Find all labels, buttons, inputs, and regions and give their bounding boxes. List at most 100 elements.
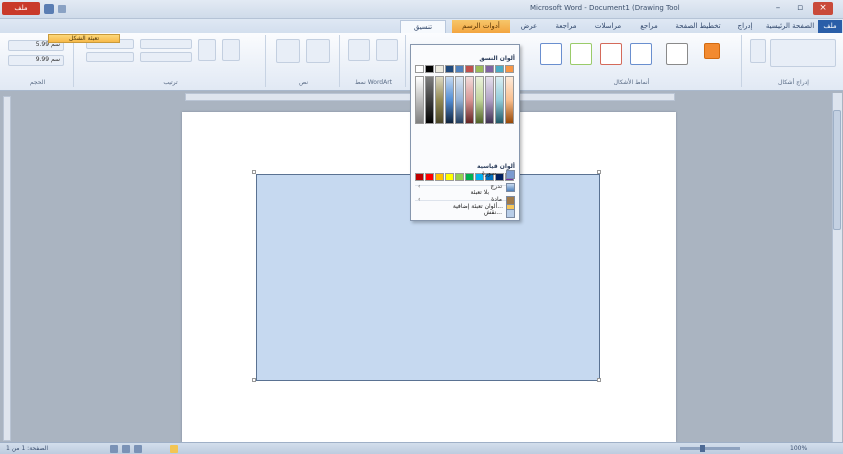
style-orange-fill[interactable] bbox=[704, 43, 720, 59]
theme-color-column bbox=[445, 65, 454, 125]
color-shades-swatch[interactable] bbox=[445, 76, 454, 124]
text-direction-button[interactable] bbox=[276, 39, 300, 63]
draft-icon[interactable] bbox=[170, 445, 178, 453]
group-label: ترتيب bbox=[163, 79, 178, 86]
gradient-icon bbox=[506, 183, 515, 192]
color-swatch[interactable] bbox=[505, 65, 514, 73]
theme-color-column bbox=[465, 65, 474, 125]
tab-review[interactable]: مراجعة bbox=[548, 20, 584, 33]
color-shades-swatch[interactable] bbox=[495, 76, 504, 124]
width-field[interactable]: 9.99 سم bbox=[8, 55, 64, 66]
group-label: نمط WordArt bbox=[354, 79, 393, 86]
color-shades-swatch[interactable] bbox=[435, 76, 444, 124]
color-swatch[interactable] bbox=[455, 65, 464, 73]
page-count: الصفحة: 1 من 1 bbox=[6, 445, 49, 452]
color-swatch[interactable] bbox=[435, 65, 444, 73]
group-wordart: نمط WordArt bbox=[342, 35, 406, 87]
text-effects-button[interactable] bbox=[376, 39, 398, 61]
tab-drawing-tools[interactable]: أدوات الرسم bbox=[452, 20, 510, 33]
shape-fill-button[interactable]: تعبئة الشكل bbox=[48, 34, 120, 43]
gradient-item[interactable]: تدرج bbox=[440, 183, 502, 193]
tab-insert[interactable]: إدراج bbox=[730, 20, 760, 33]
undo-icon[interactable] bbox=[58, 5, 66, 13]
color-swatch[interactable] bbox=[475, 65, 484, 73]
tab-page-layout[interactable]: تخطيط الصفحة bbox=[670, 20, 726, 33]
style-red-outline[interactable] bbox=[600, 43, 622, 65]
wrap-text-button[interactable] bbox=[140, 39, 192, 49]
tab-home[interactable]: الصفحة الرئيسية bbox=[764, 20, 816, 33]
maximize-button[interactable]: ▫ bbox=[790, 2, 810, 15]
color-swatch[interactable] bbox=[445, 65, 454, 73]
color-shades-swatch[interactable] bbox=[485, 76, 494, 124]
theme-color-column bbox=[425, 65, 434, 125]
style-green-outline[interactable] bbox=[570, 43, 592, 65]
theme-color-column bbox=[415, 65, 424, 125]
style-blue-outline-2[interactable] bbox=[630, 43, 652, 65]
color-shades-swatch[interactable] bbox=[415, 76, 424, 124]
color-shades-swatch[interactable] bbox=[475, 76, 484, 124]
resize-handle[interactable] bbox=[597, 378, 601, 382]
group-shape-styles: أنماط الأشكال bbox=[522, 35, 742, 87]
group-label: نص bbox=[298, 79, 309, 86]
window-title: Microsoft Word - Document1 (Drawing Tool… bbox=[530, 4, 680, 12]
picture-icon bbox=[506, 170, 515, 179]
color-swatch[interactable] bbox=[495, 65, 504, 73]
status-bar: الصفحة: 1 من 1 100% bbox=[0, 442, 843, 454]
style-gray-outline[interactable] bbox=[666, 43, 688, 65]
standard-color-swatch[interactable] bbox=[415, 173, 424, 181]
group-text: نص bbox=[268, 35, 340, 87]
web-layout-icon[interactable] bbox=[134, 445, 142, 453]
theme-color-column bbox=[475, 65, 484, 125]
resize-handle[interactable] bbox=[252, 378, 256, 382]
zoom-level: 100% bbox=[790, 445, 808, 452]
resize-handle[interactable] bbox=[597, 170, 601, 174]
submenu-arrow-icon: ‹ bbox=[418, 196, 421, 203]
tab-references[interactable]: مراجع bbox=[632, 20, 666, 33]
pattern-item[interactable]: نقش... bbox=[440, 209, 502, 219]
print-layout-icon[interactable] bbox=[110, 445, 118, 453]
color-shades-swatch[interactable] bbox=[465, 76, 474, 124]
resize-handle[interactable] bbox=[252, 170, 256, 174]
tab-mailings[interactable]: مراسلات bbox=[588, 20, 628, 33]
close-button[interactable]: × bbox=[813, 2, 833, 15]
vertical-ruler bbox=[3, 96, 11, 441]
tab-view[interactable]: عرض bbox=[514, 20, 544, 33]
theme-colors-label: ألوان النسق bbox=[479, 55, 515, 62]
ribbon-tabs: تنسيق أدوات الرسم عرض مراجعة مراسلات مرا… bbox=[0, 19, 843, 33]
color-shades-swatch[interactable] bbox=[425, 76, 434, 124]
scrollbar-thumb[interactable] bbox=[833, 110, 841, 230]
align-text-button[interactable] bbox=[306, 39, 330, 63]
style-blue-outline[interactable] bbox=[540, 43, 562, 65]
theme-color-column bbox=[455, 65, 464, 125]
color-shades-swatch[interactable] bbox=[455, 76, 464, 124]
group-label: أنماط الأشكال bbox=[613, 79, 650, 86]
align-button[interactable] bbox=[198, 39, 216, 61]
tab-format[interactable]: تنسيق bbox=[400, 20, 446, 33]
picture-item[interactable]: صورة... bbox=[440, 170, 502, 180]
color-swatch[interactable] bbox=[415, 65, 424, 73]
texture-icon bbox=[506, 196, 515, 205]
theme-color-column bbox=[495, 65, 504, 125]
zoom-slider[interactable] bbox=[680, 447, 740, 450]
file-app-button[interactable]: ملف bbox=[2, 2, 40, 15]
color-swatch[interactable] bbox=[485, 65, 494, 73]
texture-item[interactable]: مادة bbox=[440, 196, 502, 206]
position-button[interactable] bbox=[140, 52, 192, 62]
group-button[interactable] bbox=[222, 39, 240, 61]
pattern-icon bbox=[506, 209, 515, 218]
group-insert-shapes: إدراج أشكال bbox=[746, 35, 841, 87]
send-backward-button[interactable] bbox=[86, 52, 134, 62]
save-icon[interactable] bbox=[44, 4, 54, 14]
color-swatch[interactable] bbox=[425, 65, 434, 73]
text-fill-button[interactable] bbox=[348, 39, 370, 61]
standard-color-swatch[interactable] bbox=[425, 173, 434, 181]
edit-shape-button[interactable] bbox=[750, 39, 766, 63]
color-swatch[interactable] bbox=[465, 65, 474, 73]
title-bar: ملف Microsoft Word - Document1 (Drawing … bbox=[0, 0, 843, 19]
color-shades-swatch[interactable] bbox=[505, 76, 514, 124]
tab-file[interactable]: ملف bbox=[818, 20, 842, 33]
minimize-button[interactable]: – bbox=[768, 2, 788, 15]
shapes-gallery[interactable] bbox=[770, 39, 836, 67]
full-screen-icon[interactable] bbox=[122, 445, 130, 453]
zoom-thumb[interactable] bbox=[700, 445, 705, 452]
